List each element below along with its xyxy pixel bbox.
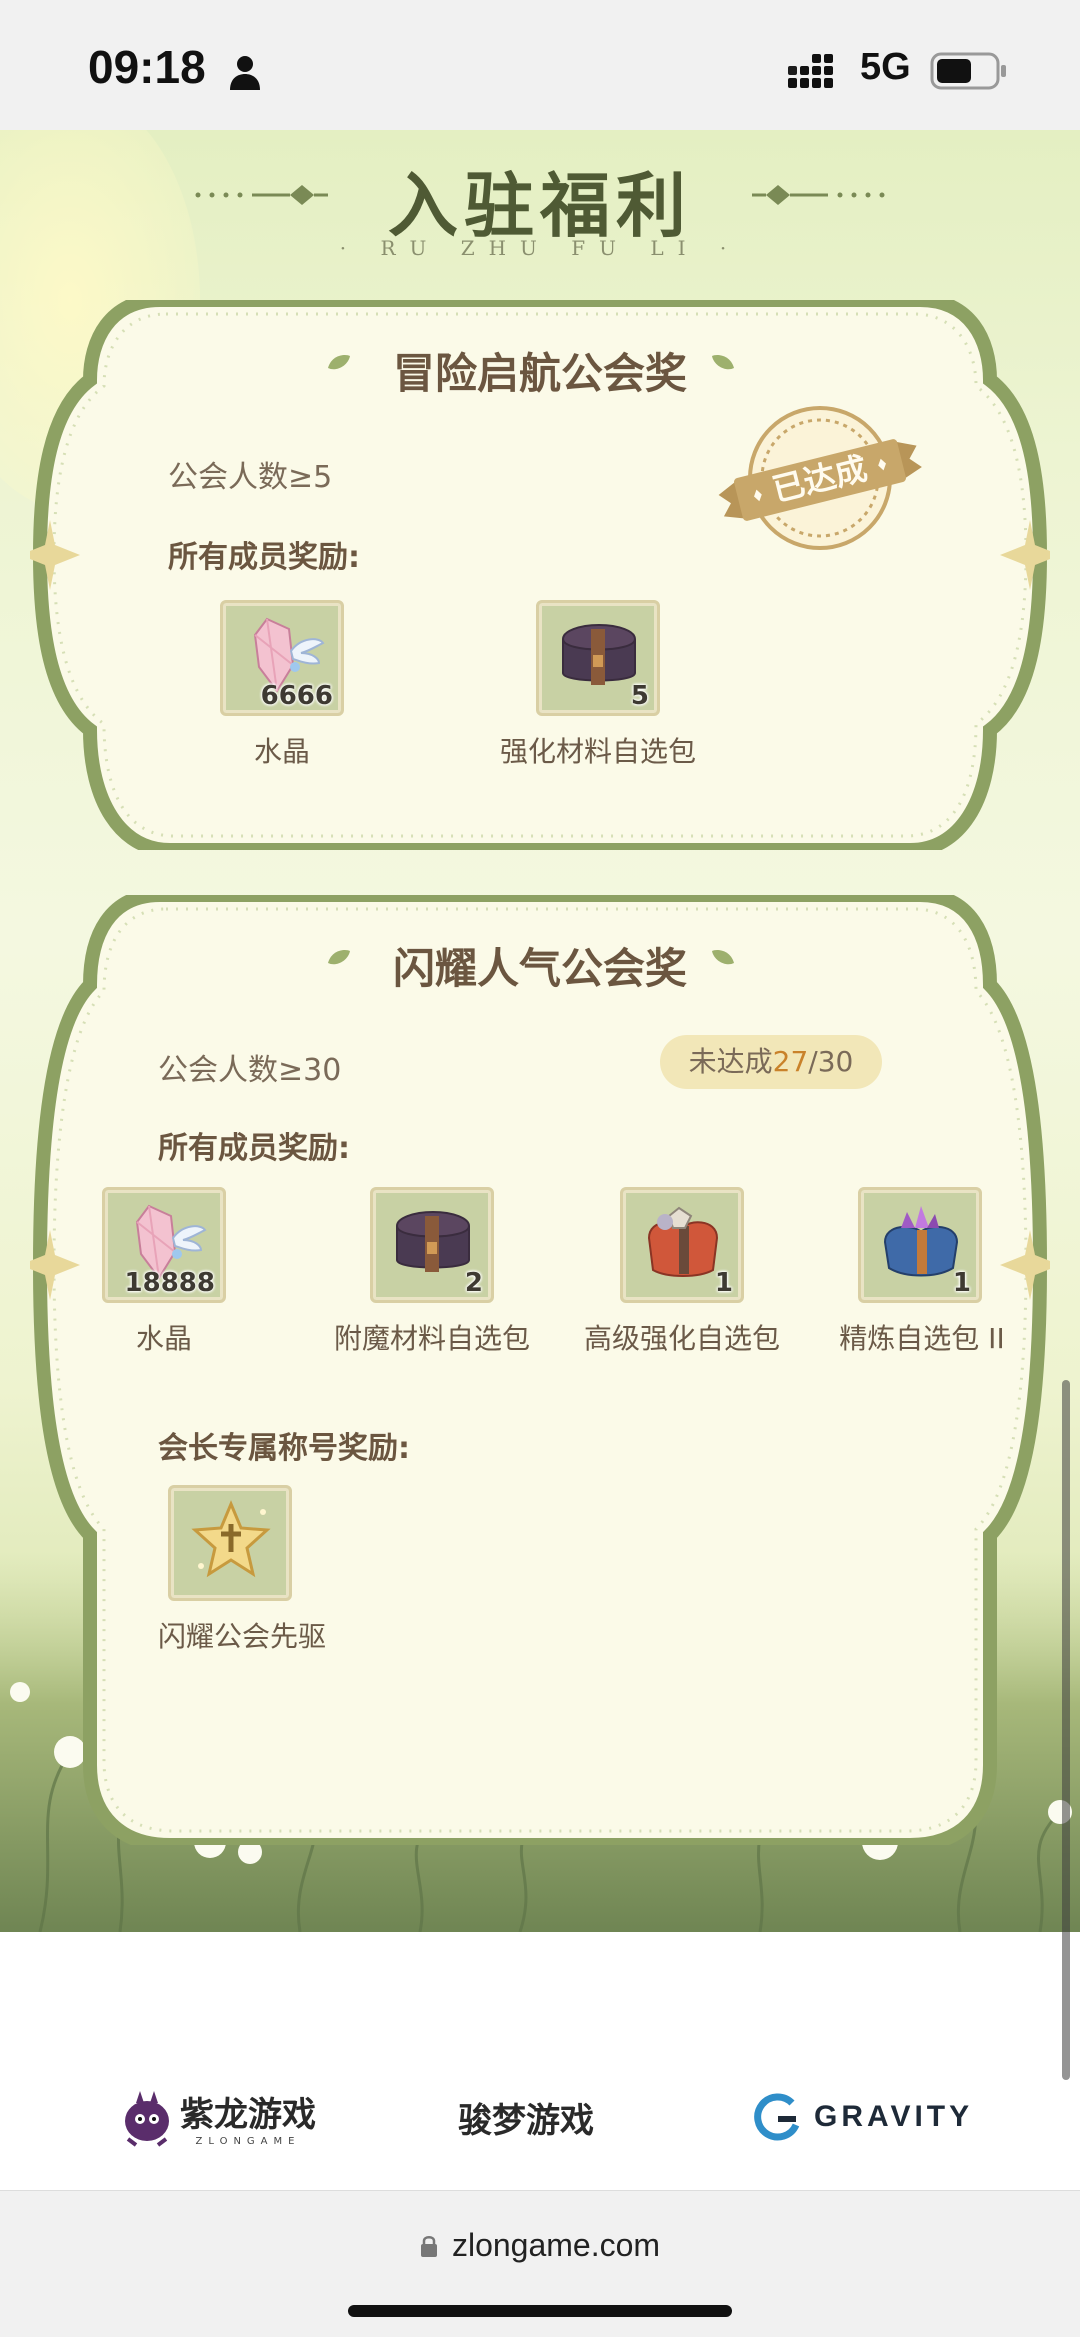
page-subtitle: · RU ZHU FU LI · bbox=[339, 236, 741, 260]
status-total: /30 bbox=[808, 1045, 854, 1078]
card-title: 闪耀人气公会奖 bbox=[392, 944, 687, 993]
status-current: 27 bbox=[772, 1045, 809, 1078]
scrollbar[interactable] bbox=[1062, 1380, 1070, 2080]
item-name: 高级强化自选包 bbox=[583, 1322, 780, 1355]
leaf-icon bbox=[712, 355, 734, 370]
zlong-logo[interactable]: 紫龙游戏 ZLONGAME bbox=[120, 2082, 316, 2152]
gravity-emblem-icon bbox=[754, 2093, 800, 2141]
members-reward-label: 所有成员奖励: bbox=[158, 1131, 350, 1166]
status-text: 未达成 bbox=[688, 1045, 773, 1078]
item-name: 闪耀公会先驱 bbox=[157, 1620, 326, 1653]
purple-chest-icon bbox=[396, 1211, 470, 1272]
benefits-section: 入驻福利 · RU ZHU FU LI · 冒险启航公会奖 公会人数≥5 所有成… bbox=[0, 130, 1080, 1932]
item-count: 6666 bbox=[260, 681, 333, 711]
status-time: 09:18 bbox=[88, 41, 206, 93]
person-icon bbox=[230, 56, 260, 90]
browser-address-bar[interactable]: zlongame.com bbox=[0, 2190, 1080, 2337]
gravity-logo[interactable]: GRAVITY bbox=[752, 2082, 973, 2152]
url-text: zlongame.com bbox=[451, 2227, 661, 2263]
network-type: 5G bbox=[860, 46, 911, 88]
item-name: 水晶 bbox=[135, 1322, 192, 1355]
card-condition: 公会人数≥30 bbox=[158, 1053, 342, 1088]
card-frame bbox=[30, 895, 1050, 1845]
item-count: 5 bbox=[630, 681, 649, 711]
blue-bag-icon bbox=[883, 1206, 959, 1277]
item-count: 2 bbox=[464, 1268, 483, 1298]
item-count: 18888 bbox=[124, 1268, 215, 1298]
card-title: 冒险启航公会奖 bbox=[392, 349, 687, 398]
card-condition: 公会人数≥5 bbox=[168, 460, 333, 495]
star-badge-icon bbox=[191, 1500, 271, 1578]
item-name: 精炼自选包 II bbox=[839, 1322, 1005, 1355]
leaf-icon bbox=[712, 950, 734, 965]
item-name: 附魔材料自选包 bbox=[333, 1322, 530, 1355]
home-indicator[interactable] bbox=[348, 2305, 732, 2317]
leader-reward-label: 会长专属称号奖励: bbox=[158, 1431, 410, 1466]
achieved-stamp: 已达成 bbox=[718, 406, 922, 550]
purple-chest-icon bbox=[562, 624, 636, 685]
members-reward-label: 所有成员奖励: bbox=[168, 540, 360, 575]
item-count: 1 bbox=[714, 1268, 733, 1298]
red-bag-icon bbox=[647, 1206, 719, 1277]
lock-icon bbox=[420, 2236, 437, 2257]
battery-icon bbox=[930, 52, 1006, 90]
status-bar: 09:18 5G bbox=[0, 0, 1080, 130]
item-count: 1 bbox=[952, 1268, 971, 1298]
reward-card-2: 闪耀人气公会奖 公会人数≥30 未达成27/30 所有成员奖励: 18888 水… bbox=[30, 895, 1050, 1845]
reward-card-1: 冒险启航公会奖 公会人数≥5 所有成员奖励: 已达成 6666 水晶 5 强化材… bbox=[30, 300, 1050, 850]
signal-icon bbox=[788, 54, 833, 88]
junmeng-logo-text: 骏梦游戏 bbox=[458, 2100, 594, 2141]
header-ornament-right bbox=[752, 185, 885, 205]
item-name: 水晶 bbox=[253, 735, 310, 768]
url-display[interactable]: zlongame.com bbox=[0, 2227, 1080, 2264]
progress-status-pill: 未达成27/30 bbox=[660, 1035, 882, 1089]
item-name: 强化材料自选包 bbox=[499, 735, 696, 768]
zlong-logo-text: 紫龙游戏 bbox=[180, 2095, 316, 2135]
zlong-mascot-icon bbox=[125, 2091, 169, 2147]
gravity-logo-text: GRAVITY bbox=[814, 2100, 974, 2133]
junmeng-logo[interactable]: 骏梦游戏 bbox=[458, 2082, 594, 2152]
zlong-logo-sub: ZLONGAME bbox=[195, 2136, 301, 2147]
partner-logos: 紫龙游戏 ZLONGAME 骏梦游戏 GRAVITY bbox=[0, 1932, 1080, 2190]
